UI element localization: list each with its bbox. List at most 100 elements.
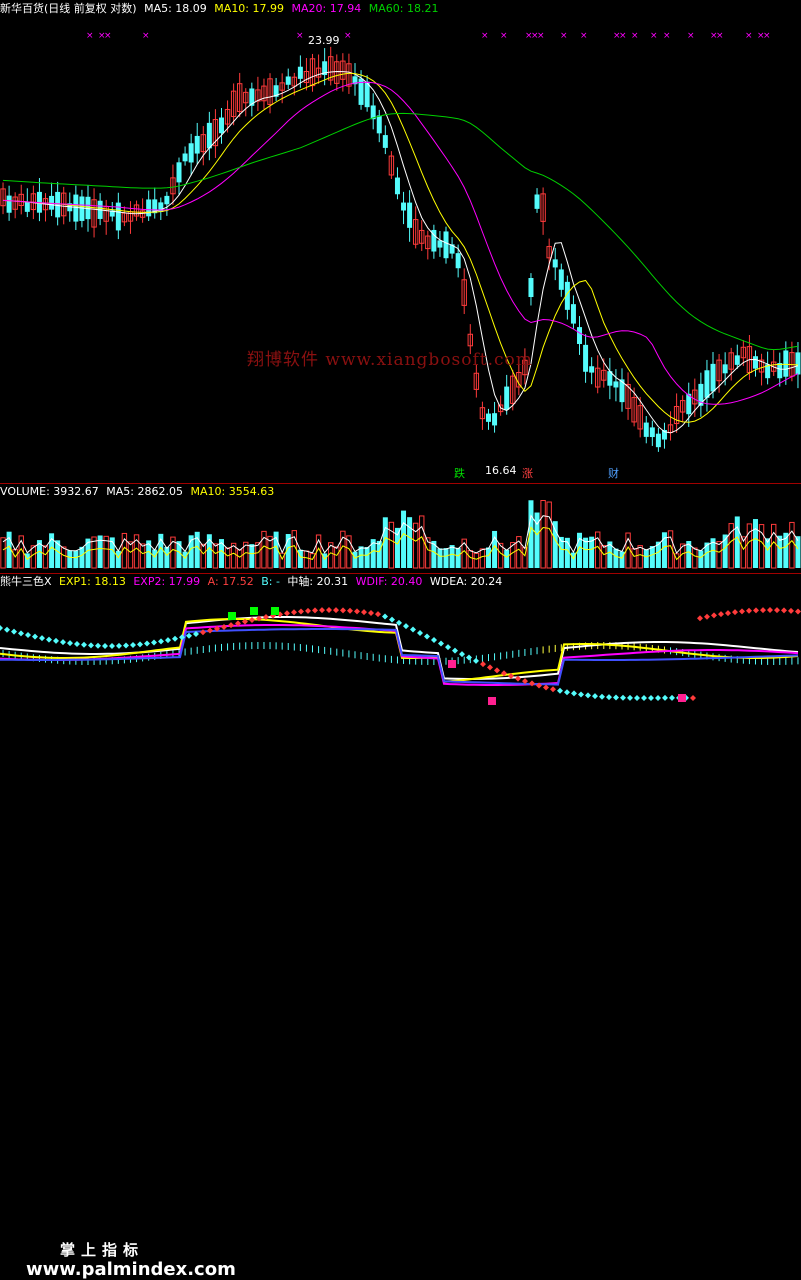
signal-diamond [165,637,171,644]
event-marker-zhang[interactable]: 涨 [522,467,533,480]
signal-diamond [67,640,73,647]
volume-bar [473,552,480,569]
signal-diamond [417,629,423,636]
candle-body [534,194,540,209]
volume-bar [127,541,134,569]
signal-diamond [627,694,633,701]
volume-bar [734,516,740,568]
candle-body [570,304,576,324]
signal-diamond [403,623,409,630]
sell-square [488,697,496,705]
signal-diamond [620,694,626,701]
volume-bar [770,523,777,569]
signal-diamond [228,622,234,629]
signal-diamond [11,628,17,635]
volume-bar [479,548,486,569]
volume-bar [789,521,795,569]
volume-bar [182,551,188,568]
signal-diamond [669,694,675,701]
signal-x-marker: × [560,31,568,41]
signal-diamond [361,609,367,616]
volume-bar [419,515,425,569]
ma5-line [2,70,799,434]
signal-diamond [319,607,325,614]
signal-diamond [298,608,304,615]
signal-diamond [39,635,45,642]
signal-diamond [144,640,150,647]
volume-bar [534,512,540,568]
volume-bar [601,545,607,569]
volume-bar [200,543,206,569]
event-marker-cai[interactable]: 财 [608,467,619,480]
signal-diamond [207,627,213,634]
signal-x-marker: × [619,31,627,41]
volume-bar [61,546,67,569]
signal-diamond [158,638,164,645]
volume-ma10-readout: MA10: 3554.63 [190,485,275,498]
price-header: 新华百货(日线 前复权 对数) MA5: 18.09 MA10: 17.99 M… [0,2,442,16]
candle-body [504,386,510,410]
signal-diamond [564,689,570,696]
candle-body [297,66,303,79]
signal-x-marker: × [745,31,753,41]
signal-x-marker: × [580,31,588,41]
signal-diamond [410,626,416,633]
signal-diamond [130,642,136,649]
ma10-readout: MA10: 17.99 [214,2,285,15]
volume-bar [255,542,261,569]
signal-diamond [571,690,577,697]
candle-body [795,352,801,375]
volume-panel[interactable]: VOLUME: 3932.67 MA5: 2862.05 MA10: 3554.… [0,483,801,573]
exp2-readout: EXP2: 17.99 [133,575,201,588]
volume-bar [795,536,801,568]
signal-x-marker: × [344,31,352,41]
signal-diamond [200,629,206,636]
signal-diamond [753,607,759,614]
candle-body [455,253,461,269]
candle-body [613,381,619,388]
indicator-chart[interactable] [0,573,801,716]
ma5-readout: MA5: 18.09 [144,2,207,15]
volume-bar [364,547,370,568]
candle-body [589,366,595,373]
volume-bar [552,521,558,568]
signal-diamond [739,608,745,615]
indicator-panel[interactable]: 熊牛三色X EXP1: 18.13 EXP2: 17.99 A: 17.52 B… [0,573,801,1280]
high-price-label: 23.99 [308,34,340,47]
volume-bar [79,546,85,568]
volume-bar [73,550,79,568]
volume-bar [0,537,6,569]
signal-diamond [32,633,38,640]
brand-chinese: 掌上指标 [60,1241,145,1259]
signal-diamond [746,607,752,614]
signal-diamond [81,641,87,648]
candle-body [146,199,152,217]
signal-diamond [662,694,668,701]
axis-readout: 中轴: 20.31 [287,575,349,588]
signal-diamond [368,610,374,617]
signal-diamond [704,613,710,620]
candle-body [73,194,79,222]
stock-title: 新华百货(日线 前复权 对数) [0,2,137,15]
price-panel[interactable]: × × × × × × × × × × × × × × × × × × × × × × × × 新华百货(日线 前复权 对数)… [0,0,801,483]
candle-body [577,327,583,344]
signal-diamond [333,607,339,614]
candle-body [285,76,291,85]
volume-bar [437,548,443,568]
volume-bar [540,499,546,569]
signal-diamond [599,693,605,700]
b-readout: B: - [261,575,280,588]
volume-ma5-readout: MA5: 2862.05 [106,485,183,498]
volume-bar [358,546,364,568]
signal-diamond [186,632,192,639]
volume-bar [692,547,698,569]
volume-bar [236,549,243,569]
volume-bar [746,523,753,569]
signal-diamond [697,615,703,622]
event-marker-die[interactable]: 跌 [454,467,465,480]
candlestick-chart[interactable]: × ×× × × × × × ××× × × ×× × × × × ×× × ×× [0,0,801,483]
volume-bar [303,550,310,569]
volume-bar [449,545,455,568]
signal-diamond [312,607,318,614]
volume-bar [67,550,73,568]
